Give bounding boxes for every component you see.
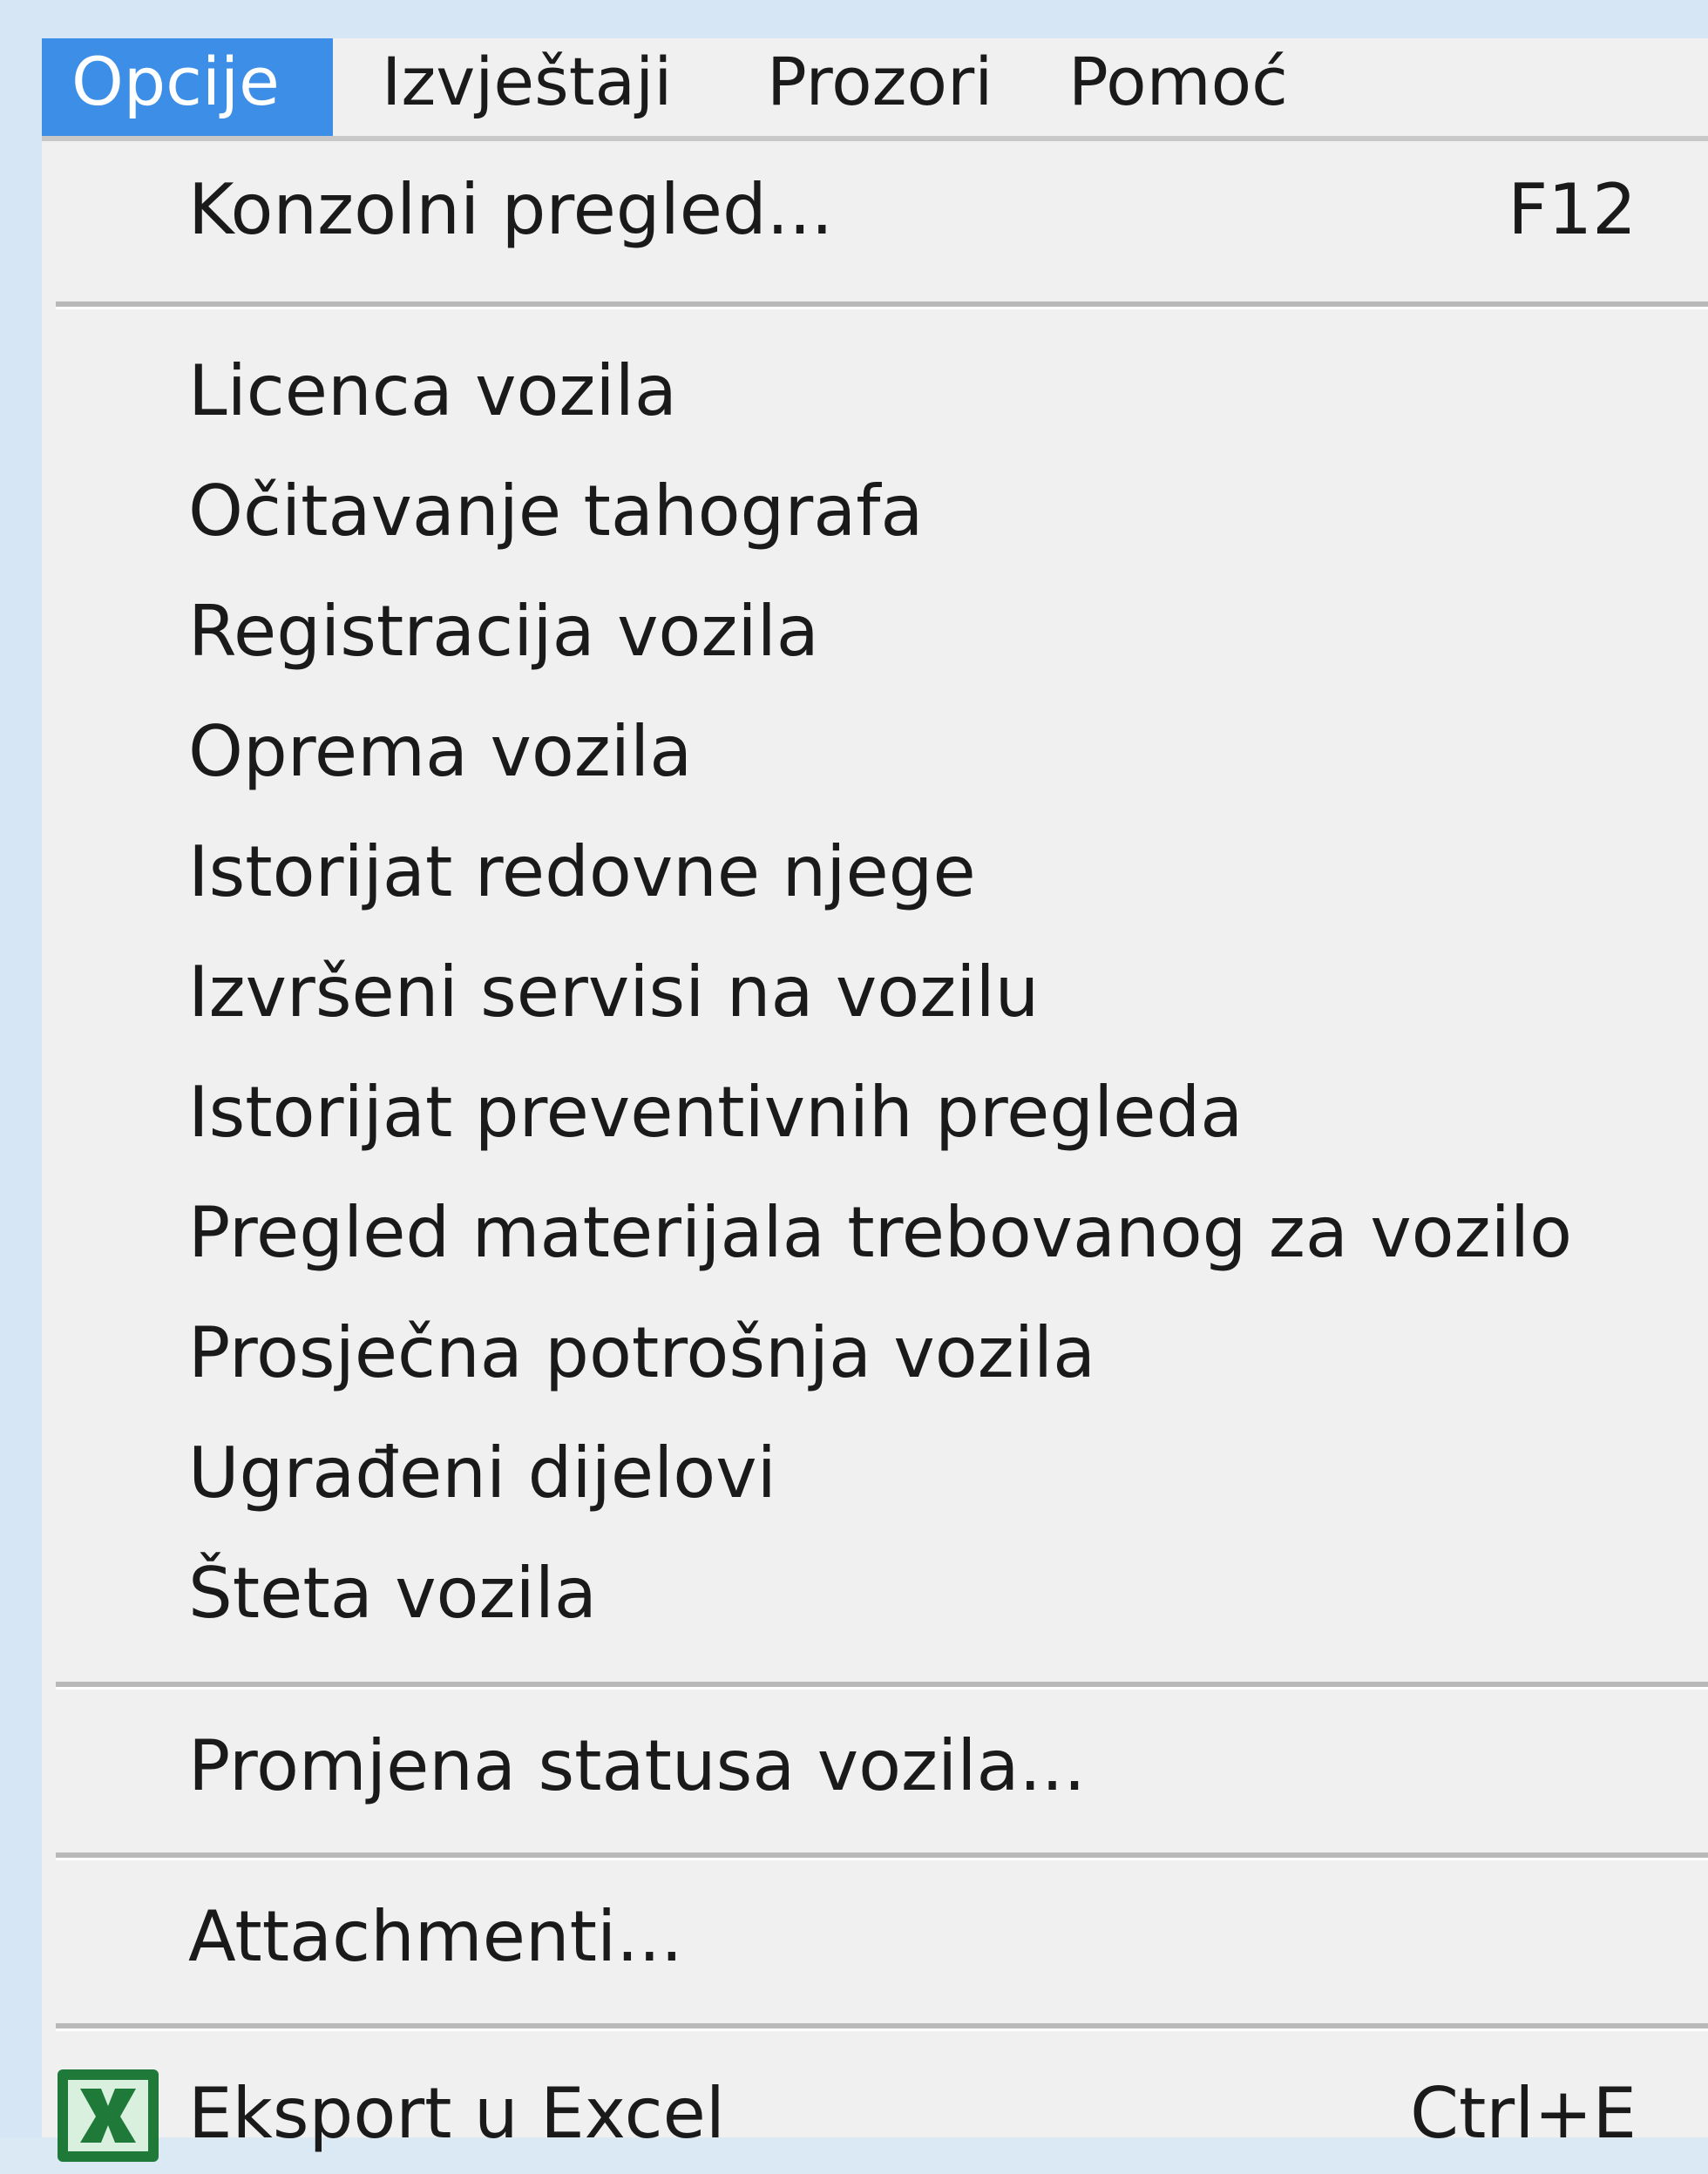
menu-item-label: Pregled materijala trebovanog za vozilo xyxy=(188,1192,1573,1273)
menu-item-steta-vozila[interactable]: Šteta vozila xyxy=(42,1534,1708,1654)
menu-item-attachmenti[interactable]: Attachmenti... xyxy=(42,1877,1708,1997)
menu-item-label: Eksport u Excel xyxy=(188,2073,726,2154)
menu-item-label: Licenca vozila xyxy=(188,350,677,431)
excel-icon xyxy=(58,2069,159,2162)
menu-item-shortcut: F12 xyxy=(1508,169,1637,250)
menu-separator xyxy=(56,301,1708,309)
menu-item-label: Izvršeni servisi na vozilu xyxy=(188,952,1040,1033)
menu-item-label: Ugrađeni dijelovi xyxy=(188,1432,776,1514)
opcije-dropdown-menu: Konzolni pregled... F12 Licenca vozila O… xyxy=(42,141,1708,2162)
menu-item-promjena-statusa[interactable]: Promjena statusa vozila... xyxy=(42,1706,1708,1826)
menu-separator xyxy=(56,1852,1708,1860)
menu-separator xyxy=(56,2023,1708,2031)
menu-item-konzolni-pregled[interactable]: Konzolni pregled... F12 xyxy=(42,150,1708,270)
menu-prozori[interactable]: Prozori xyxy=(737,38,1022,141)
menu-item-label: Attachmenti... xyxy=(188,1896,683,1977)
menu-item-licenca-vozila[interactable]: Licenca vozila xyxy=(42,331,1708,451)
menu-item-eksport-u-excel[interactable]: Eksport u Excel Ctrl+E xyxy=(42,2054,1708,2174)
menu-item-istorijat-preventivnih-pregleda[interactable]: Istorijat preventivnih pregleda xyxy=(42,1053,1708,1173)
menu-item-label: Oprema vozila xyxy=(188,711,693,792)
application-window: Opcije Izvještaji Prozori Pomoć Konzolni… xyxy=(0,0,1708,2162)
menu-item-label: Registracija vozila xyxy=(188,591,819,672)
menu-item-prosjecna-potrosnja[interactable]: Prosječna potrošnja vozila xyxy=(42,1293,1708,1413)
menu-item-label: Šteta vozila xyxy=(188,1553,597,1634)
menu-separator xyxy=(56,1682,1708,1690)
menu-item-label: Očitavanje tahografa xyxy=(188,471,924,552)
menu-item-registracija-vozila[interactable]: Registracija vozila xyxy=(42,572,1708,692)
menu-item-shortcut: Ctrl+E xyxy=(1410,2073,1637,2154)
menu-item-izvrseni-servisi[interactable]: Izvršeni servisi na vozilu xyxy=(42,932,1708,1053)
menu-item-label: Istorijat redovne njege xyxy=(188,831,976,912)
menu-item-ugradeni-dijelovi[interactable]: Ugrađeni dijelovi xyxy=(42,1413,1708,1534)
menu-item-istorijat-redovne-njege[interactable]: Istorijat redovne njege xyxy=(42,812,1708,932)
menu-item-ocitavanje-tahografa[interactable]: Očitavanje tahografa xyxy=(42,451,1708,572)
menu-bar: Opcije Izvještaji Prozori Pomoć xyxy=(42,38,1708,141)
menu-item-label: Konzolni pregled... xyxy=(188,169,834,250)
menu-pomoc[interactable]: Pomoć xyxy=(1039,38,1318,141)
menu-item-label: Promjena statusa vozila... xyxy=(188,1725,1086,1806)
menu-izvjestaji[interactable]: Izvještaji xyxy=(352,38,702,141)
menu-item-label: Prosječna potrošnja vozila xyxy=(188,1312,1096,1393)
menu-item-label: Istorijat preventivnih pregleda xyxy=(188,1072,1244,1153)
menu-opcije[interactable]: Opcije xyxy=(42,38,333,141)
menu-item-oprema-vozila[interactable]: Oprema vozila xyxy=(42,692,1708,812)
menu-item-pregled-materijala[interactable]: Pregled materijala trebovanog za vozilo xyxy=(42,1173,1708,1293)
